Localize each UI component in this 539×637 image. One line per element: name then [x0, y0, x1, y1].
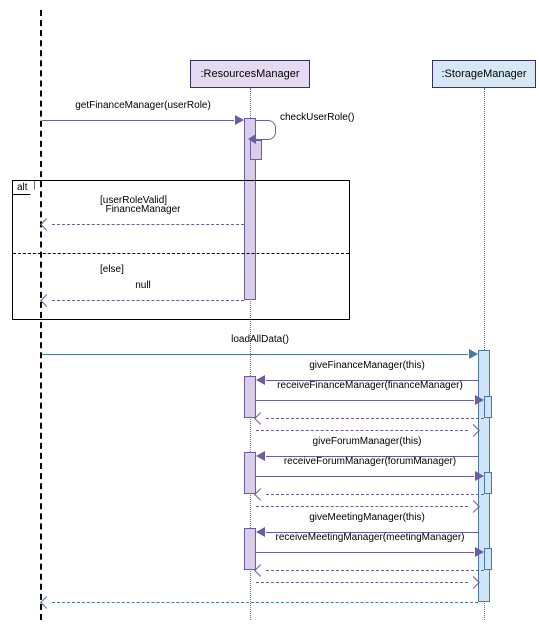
activation-resources-meeting	[244, 528, 256, 570]
msg-return-null: null	[42, 294, 244, 308]
participant-storage-manager: :StorageManager	[432, 60, 536, 88]
msg-final-return	[42, 596, 478, 610]
message-label: checkUserRole()	[280, 112, 354, 123]
message-label: giveForumManager(this)	[256, 436, 478, 447]
message-label: receiveMeetingManager(meetingManager)	[256, 532, 484, 543]
guard-2: [else]	[100, 264, 124, 275]
message-label: giveMeetingManager(this)	[256, 512, 478, 523]
participant-resources-manager: :ResourcesManager	[190, 60, 310, 88]
participant-label: :ResourcesManager	[200, 68, 299, 80]
activation-storage-meeting	[484, 548, 492, 570]
msg-return-meeting-2	[256, 576, 478, 590]
activation-resources-fm	[244, 376, 256, 418]
message-label: loadAllData()	[42, 334, 478, 345]
activation-storage-forum	[484, 472, 492, 494]
fragment-tag: alt	[12, 180, 35, 195]
msg-check-user-role-loop	[256, 120, 276, 140]
activation-storage-fm	[484, 396, 492, 418]
msg-receive-finance-manager: receiveFinanceManager(financeManager)	[256, 394, 484, 408]
msg-receive-meeting-manager: receiveMeetingManager(meetingManager)	[256, 546, 484, 560]
activation-resources-forum	[244, 452, 256, 494]
message-label: receiveFinanceManager(financeManager)	[256, 380, 484, 391]
msg-get-finance-manager: getFinanceManager(userRole)	[42, 114, 244, 128]
message-label: FinanceManager	[42, 204, 244, 215]
msg-return-finance-manager: FinanceManager	[42, 218, 244, 232]
message-label: giveFinanceManager(this)	[256, 360, 478, 371]
message-label: receiveForumManager(forumManager)	[256, 456, 484, 467]
participant-label: :StorageManager	[442, 68, 527, 80]
sequence-diagram: :ResourcesManager :StorageManager getFin…	[0, 0, 539, 637]
message-label: null	[42, 280, 244, 291]
fragment-divider	[13, 253, 349, 254]
msg-receive-forum-manager: receiveForumManager(forumManager)	[256, 470, 484, 484]
message-label: getFinanceManager(userRole)	[42, 100, 244, 111]
